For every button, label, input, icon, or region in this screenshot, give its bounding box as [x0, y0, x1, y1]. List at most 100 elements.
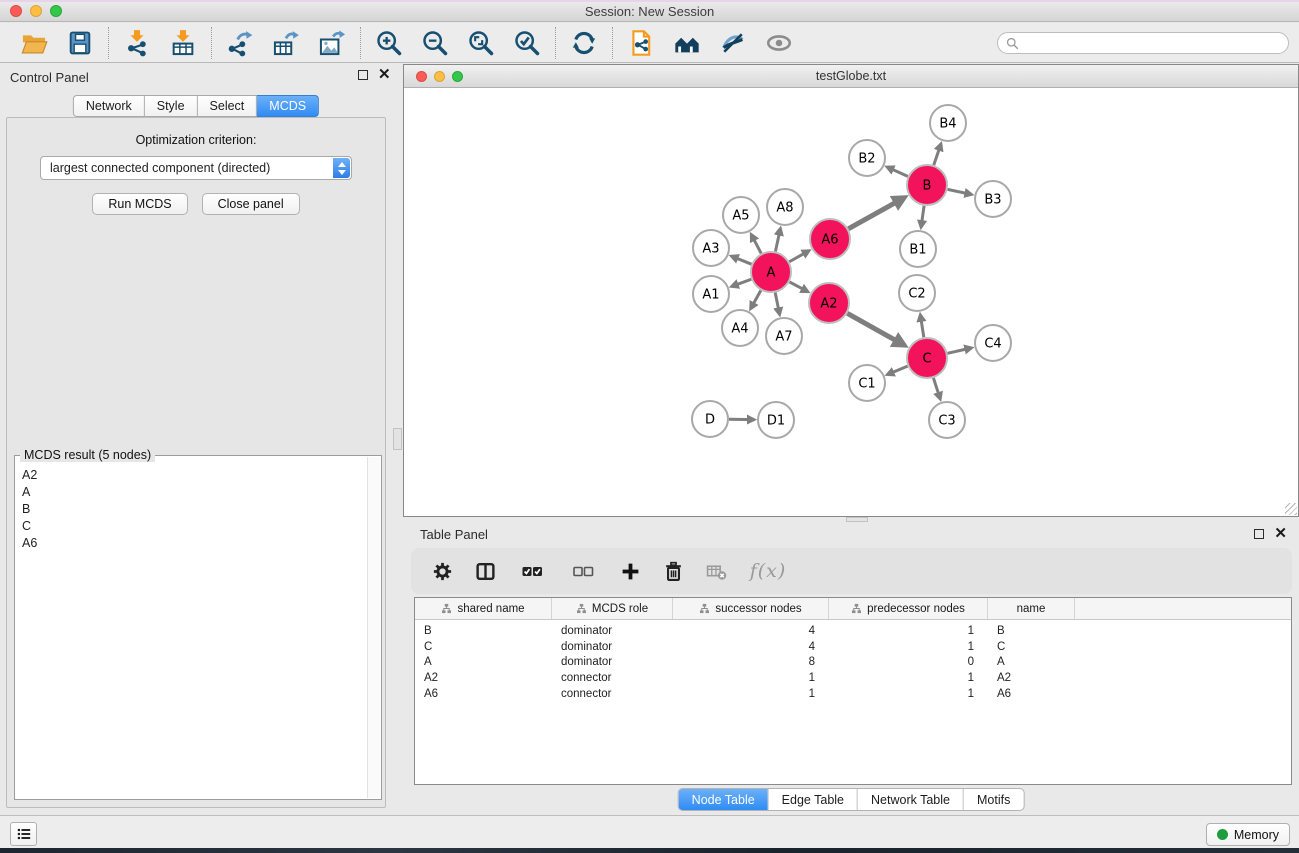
- table-cell[interactable]: B: [415, 625, 552, 637]
- edge-A-A8[interactable]: [775, 229, 780, 252]
- edge-A6-B[interactable]: [848, 198, 904, 229]
- edge-A-A6[interactable]: [789, 251, 809, 262]
- tab-edge-table[interactable]: Edge Table: [769, 789, 858, 810]
- table-row[interactable]: Bdominator41B: [415, 623, 1291, 639]
- deselect-all-icon[interactable]: [566, 559, 600, 583]
- result-list-scrollbar[interactable]: [367, 457, 380, 798]
- column-visibility-icon[interactable]: [472, 559, 498, 583]
- table-cell[interactable]: 1: [829, 625, 988, 637]
- refresh-icon[interactable]: [568, 27, 600, 59]
- zoom-in-icon[interactable]: [373, 27, 405, 59]
- splitter-grip[interactable]: [393, 428, 402, 450]
- result-list-item[interactable]: B: [22, 501, 366, 518]
- table-row[interactable]: A6connector11A6: [415, 686, 1291, 702]
- edge-C-C4[interactable]: [947, 348, 971, 353]
- column-header-successor-nodes[interactable]: successor nodes: [673, 598, 829, 619]
- edge-C-C2[interactable]: [920, 315, 923, 338]
- table-cell[interactable]: 8: [673, 656, 829, 668]
- table-cell[interactable]: A6: [415, 688, 552, 700]
- table-cell[interactable]: A6: [988, 688, 1075, 700]
- table-settings-icon[interactable]: [429, 559, 455, 583]
- search-input[interactable]: [1024, 36, 1280, 50]
- vertical-splitter[interactable]: [392, 63, 403, 815]
- close-panel-button[interactable]: Close panel: [202, 193, 300, 215]
- table-cell[interactable]: connector: [552, 688, 673, 700]
- edge-C-C3[interactable]: [933, 378, 940, 399]
- table-cell[interactable]: 0: [829, 656, 988, 668]
- tab-network-table[interactable]: Network Table: [858, 789, 964, 810]
- table-cell[interactable]: 4: [673, 625, 829, 637]
- show-hide-graphics-icon[interactable]: [763, 27, 795, 59]
- run-mcds-button[interactable]: Run MCDS: [92, 193, 187, 215]
- result-list-item[interactable]: A6: [22, 535, 366, 552]
- criterion-dropdown[interactable]: largest connected component (directed): [40, 156, 352, 180]
- tab-style[interactable]: Style: [145, 95, 198, 117]
- float-panel-icon[interactable]: [358, 70, 368, 80]
- edge-B-B4[interactable]: [934, 144, 941, 165]
- edge-A2-C[interactable]: [847, 313, 904, 345]
- table-cell[interactable]: dominator: [552, 625, 673, 637]
- save-session-icon[interactable]: [64, 27, 96, 59]
- table-cell[interactable]: dominator: [552, 656, 673, 668]
- zoom-fit-icon[interactable]: [465, 27, 497, 59]
- table-row[interactable]: Adominator80A: [415, 655, 1291, 671]
- table-cell[interactable]: 1: [673, 688, 829, 700]
- edge-A-A2[interactable]: [790, 282, 808, 292]
- zoom-selected-icon[interactable]: [511, 27, 543, 59]
- table-cell[interactable]: C: [988, 641, 1075, 653]
- close-table-panel-icon[interactable]: ✕: [1274, 529, 1287, 539]
- table-cell[interactable]: A2: [988, 672, 1075, 684]
- result-list-item[interactable]: C: [22, 518, 366, 535]
- add-row-icon[interactable]: [617, 559, 643, 583]
- table-cell[interactable]: dominator: [552, 641, 673, 653]
- tab-motifs[interactable]: Motifs: [964, 789, 1023, 810]
- column-header-MCDS-role[interactable]: MCDS role: [552, 598, 673, 619]
- edge-A-A3[interactable]: [731, 256, 751, 264]
- edge-C-C1[interactable]: [887, 366, 907, 374]
- table-cell[interactable]: connector: [552, 672, 673, 684]
- table-cell[interactable]: 4: [673, 641, 829, 653]
- style-preview-icon[interactable]: [717, 27, 749, 59]
- float-table-panel-icon[interactable]: [1254, 529, 1264, 539]
- close-panel-icon[interactable]: ✕: [378, 70, 391, 80]
- import-table-icon[interactable]: [167, 27, 199, 59]
- table-cell[interactable]: B: [988, 625, 1075, 637]
- table-cell[interactable]: A2: [415, 672, 552, 684]
- edge-A-A7[interactable]: [775, 293, 779, 315]
- tab-network[interactable]: Network: [73, 95, 145, 117]
- table-cell[interactable]: C: [415, 641, 552, 653]
- result-list-item[interactable]: A: [22, 484, 366, 501]
- delete-row-icon[interactable]: [660, 559, 686, 583]
- table-cell[interactable]: A: [415, 656, 552, 668]
- table-cell[interactable]: 1: [829, 672, 988, 684]
- network-canvas[interactable]: B4B2BB3A5A8A6A3B1AA1C2A2A4A7C4CC1DD1C3: [404, 89, 1298, 516]
- export-table-icon[interactable]: [270, 27, 302, 59]
- select-all-icon[interactable]: [515, 559, 549, 583]
- column-header-name[interactable]: name: [988, 598, 1075, 619]
- table-cell[interactable]: 1: [673, 672, 829, 684]
- tab-node-table[interactable]: Node Table: [679, 789, 769, 810]
- open-file-icon[interactable]: [18, 27, 50, 59]
- tab-mcds[interactable]: MCDS: [257, 95, 319, 117]
- edge-A-A5[interactable]: [751, 234, 761, 253]
- new-network-from-file-icon[interactable]: [625, 27, 657, 59]
- import-network-icon[interactable]: [121, 27, 153, 59]
- edge-B-B2[interactable]: [887, 167, 908, 176]
- table-cell[interactable]: 1: [829, 688, 988, 700]
- column-header-shared-name[interactable]: shared name: [415, 598, 552, 619]
- edge-A-A4[interactable]: [751, 290, 761, 308]
- task-history-button[interactable]: [10, 822, 37, 846]
- tab-select[interactable]: Select: [198, 95, 258, 117]
- column-header-predecessor-nodes[interactable]: predecessor nodes: [829, 598, 988, 619]
- export-network-icon[interactable]: [224, 27, 256, 59]
- edge-A-A1[interactable]: [732, 279, 752, 286]
- zoom-out-icon[interactable]: [419, 27, 451, 59]
- memory-button[interactable]: Memory: [1206, 823, 1290, 846]
- edge-B-B1[interactable]: [921, 206, 924, 227]
- export-image-icon[interactable]: [316, 27, 348, 59]
- window-resize-grip[interactable]: [1285, 503, 1297, 515]
- table-cell[interactable]: 1: [829, 641, 988, 653]
- table-cell[interactable]: A: [988, 656, 1075, 668]
- search-field[interactable]: [997, 32, 1289, 54]
- table-row[interactable]: Cdominator41C: [415, 639, 1291, 655]
